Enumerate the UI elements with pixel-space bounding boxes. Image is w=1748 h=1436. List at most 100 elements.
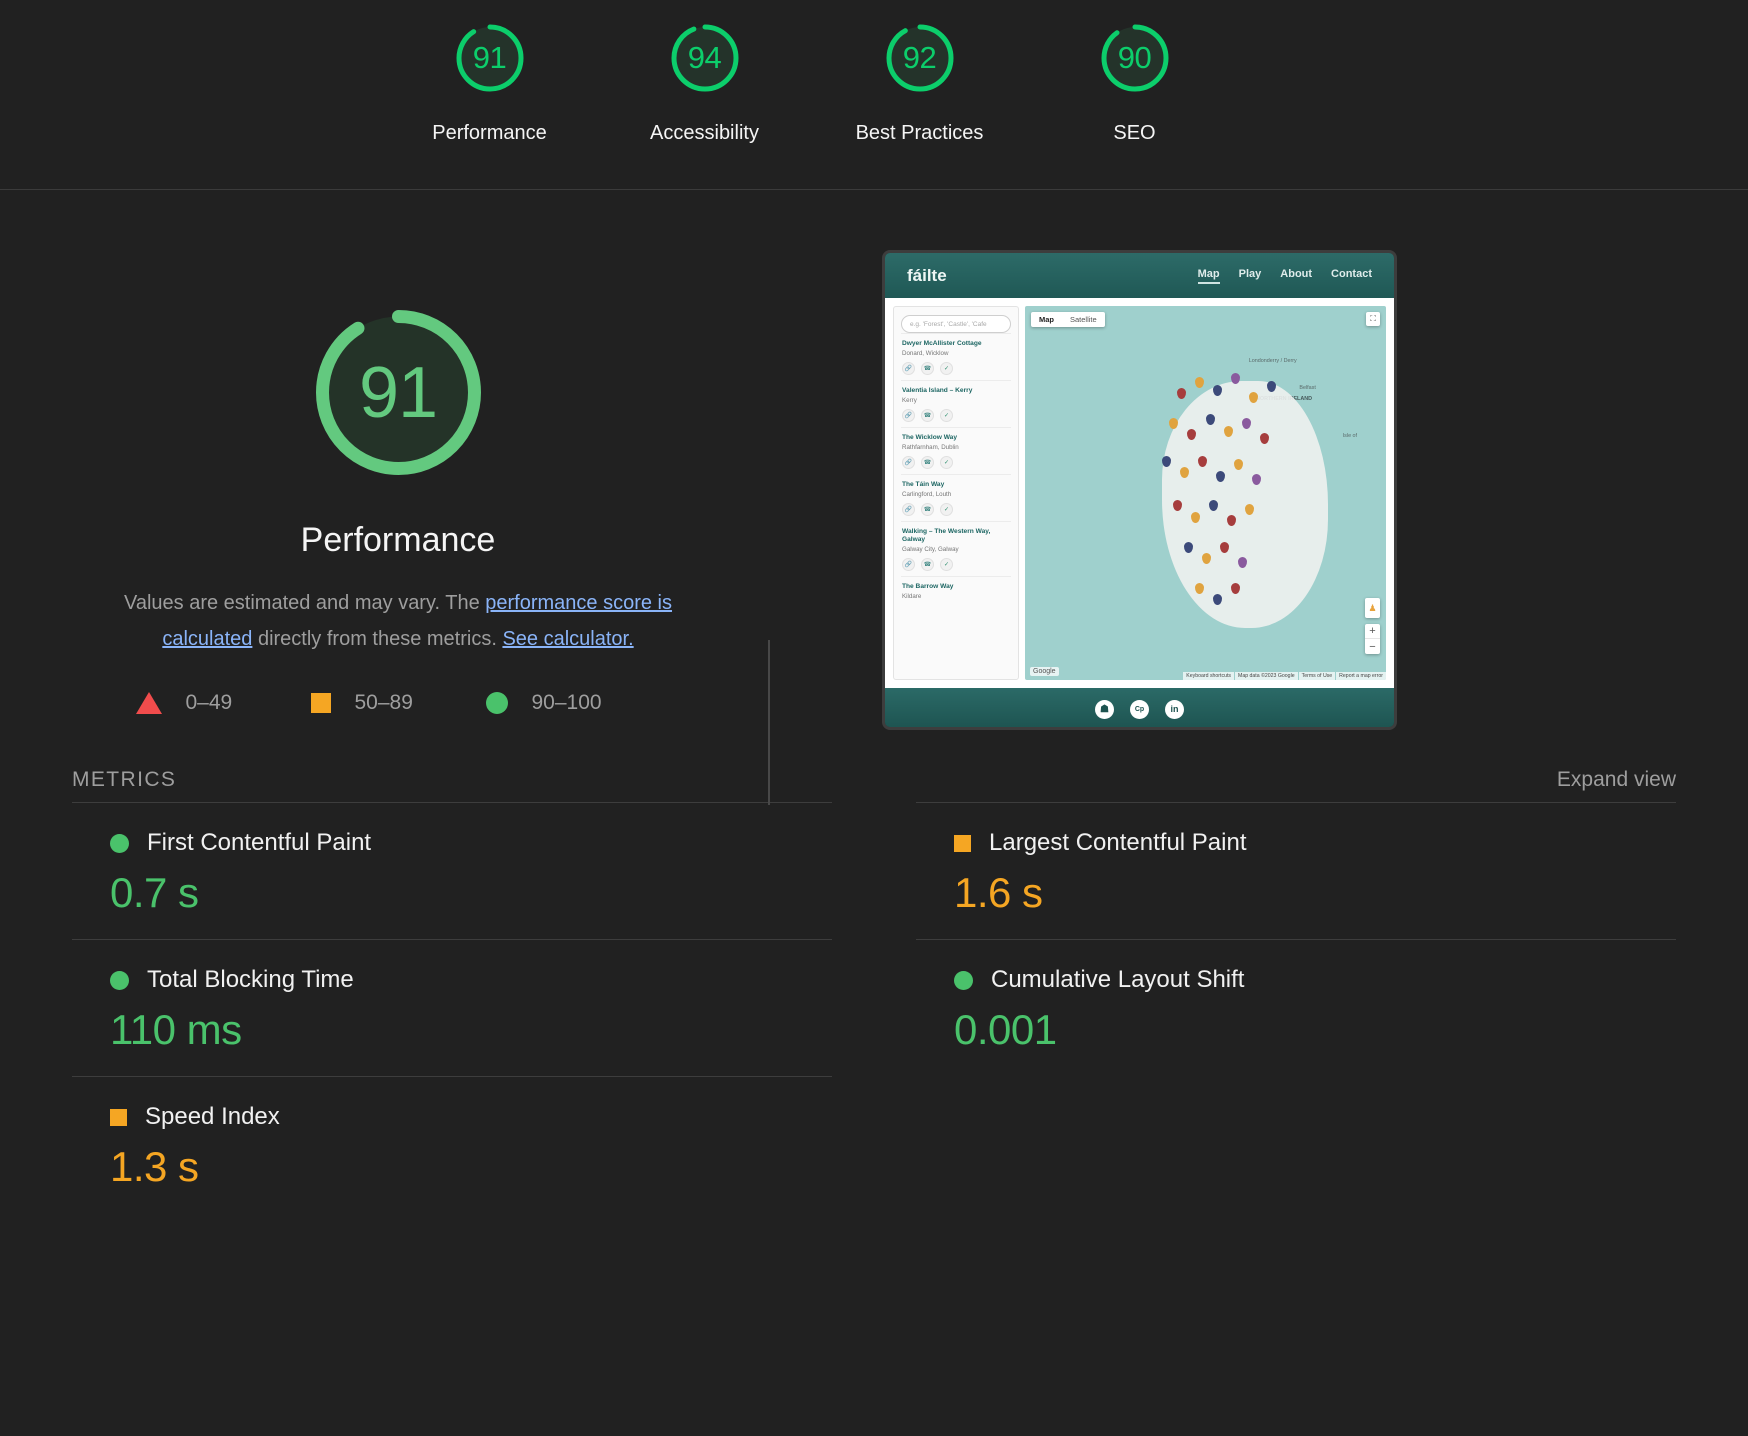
score-value: 94 — [687, 40, 722, 75]
desc-text-2: directly from these metrics. — [252, 627, 503, 650]
score-gauge-accessibility[interactable]: 94 Accessibility — [597, 0, 812, 145]
list-item: Dwyer McAllister Cottage Donard, Wicklow… — [901, 333, 1011, 380]
map-marker — [1230, 582, 1240, 594]
map-marker — [1266, 380, 1276, 392]
place-location: Galway City, Galway — [902, 546, 959, 554]
check-icon: ✓ — [940, 502, 953, 516]
square-average-icon — [954, 834, 971, 852]
link-icon: 🔗 — [902, 408, 915, 422]
gauge-ring-best-practices: 92 — [882, 20, 958, 96]
map-marker — [1237, 556, 1247, 568]
zoom-out-button: − — [1369, 640, 1376, 653]
legend-range: 90–100 — [531, 691, 602, 715]
check-icon: ✓ — [940, 455, 953, 469]
phone-icon: ☎ — [921, 361, 934, 375]
score-gauge-seo[interactable]: 90 SEO — [1027, 0, 1242, 145]
metric-first-contentful-paint[interactable]: First Contentful Paint 0.7 s — [72, 802, 832, 939]
pegman-icon: ♟ — [1365, 598, 1380, 618]
codepen-icon: Cp — [1130, 699, 1149, 719]
site-nav-contact: Contact — [1331, 267, 1372, 280]
performance-description: Values are estimated and may vary. The p… — [98, 586, 698, 657]
map-marker — [1194, 377, 1204, 389]
expand-view-toggle[interactable]: Expand view — [1557, 768, 1676, 792]
triangle-fail-icon — [135, 692, 162, 715]
performance-section: 91 Performance Values are estimated and … — [0, 190, 1748, 805]
list-item: The Barrow Way Kildare — [901, 576, 1011, 605]
metric-name: Largest Contentful Paint — [989, 829, 1247, 856]
place-actions: 🔗 ☎ ✓ — [902, 455, 1010, 469]
metric-largest-contentful-paint[interactable]: Largest Contentful Paint 1.6 s — [916, 802, 1676, 939]
phone-icon: ☎ — [921, 408, 934, 422]
attrib-report: Report a map error — [1336, 672, 1386, 680]
metrics-grid: First Contentful Paint 0.7 s Largest Con… — [72, 802, 1676, 1213]
map-label-belfast: Belfast — [1299, 384, 1316, 391]
metric-name: Speed Index — [145, 1103, 280, 1130]
place-location: Kildare — [902, 593, 922, 601]
link-icon: 🔗 — [902, 502, 915, 516]
score-label: Best Practices — [855, 122, 984, 144]
check-icon: ✓ — [940, 408, 953, 422]
site-map-canvas: Map Satellite ⛶ Londonderry / Derry NORT… — [1025, 306, 1386, 680]
map-marker — [1212, 384, 1222, 396]
metric-name: Total Blocking Time — [147, 966, 354, 993]
phone-icon: ☎ — [921, 558, 934, 572]
attrib-mapdata: Map data ©2023 Google — [1235, 672, 1298, 680]
score-value: 90 — [1117, 40, 1152, 75]
phone-icon: ☎ — [921, 455, 934, 469]
map-toggle-satellite: Satellite — [1070, 315, 1097, 324]
metric-speed-index[interactable]: Speed Index 1.3 s — [72, 1076, 832, 1213]
place-location: Carlingford, Louth — [902, 490, 952, 498]
metric-total-blocking-time[interactable]: Total Blocking Time 110 ms — [72, 939, 832, 1076]
google-logo: Google — [1030, 667, 1059, 676]
score-legend: 0–49 50–89 90–100 — [135, 691, 661, 715]
performance-score-value: 91 — [358, 352, 438, 433]
performance-summary: 91 Performance Values are estimated and … — [0, 250, 796, 730]
final-screenshot-column: fáilte Map Play About Contact e.g. 'Fore… — [796, 250, 1397, 730]
place-name: Dwyer McAllister Cottage — [902, 340, 982, 347]
square-average-icon — [310, 693, 331, 714]
site-nav: Map Play About Contact — [1197, 267, 1372, 284]
metric-name: First Contentful Paint — [147, 829, 372, 856]
score-gauge-best-practices[interactable]: 92 Best Practices — [812, 0, 1027, 145]
site-nav-map: Map — [1197, 268, 1220, 284]
site-body: e.g. 'Forest', 'Castle', 'Cafe Dwyer McA… — [885, 298, 1394, 688]
place-actions: 🔗 ☎ ✓ — [902, 558, 1010, 572]
place-actions: 🔗 ☎ ✓ — [902, 361, 1010, 375]
link-icon: 🔗 — [902, 455, 915, 469]
metrics-heading: METRICS — [72, 768, 177, 791]
map-marker — [1248, 392, 1258, 404]
map-label-londonderry: Londonderry / Derry — [1248, 358, 1297, 365]
final-screenshot[interactable]: fáilte Map Play About Contact e.g. 'Fore… — [882, 250, 1397, 730]
performance-title: Performance — [300, 521, 496, 559]
metrics-header: METRICS Expand view — [72, 768, 1676, 802]
gauge-ring-seo: 90 — [1097, 20, 1173, 96]
map-marker — [1183, 541, 1193, 553]
list-item: The Wicklow Way Rathfarnham, Dublin 🔗 ☎ … — [901, 426, 1011, 474]
score-label: Accessibility — [650, 122, 759, 144]
place-location: Donard, Wicklow — [902, 349, 949, 357]
link-icon: 🔗 — [902, 558, 915, 572]
metric-value: 0.7 s — [110, 869, 199, 916]
metric-cumulative-layout-shift[interactable]: Cumulative Layout Shift 0.001 — [916, 939, 1676, 1076]
performance-gauge[interactable]: 91 — [306, 300, 491, 485]
list-item: The Táin Way Carlingford, Louth 🔗 ☎ ✓ — [901, 473, 1011, 521]
see-calculator-link[interactable]: See calculator. — [502, 628, 633, 650]
map-attribution: Keyboard shortcuts Map data ©2023 Google… — [1183, 672, 1386, 680]
score-gauge-performance[interactable]: 91 Performance — [382, 0, 597, 145]
fullscreen-icon: ⛶ — [1366, 312, 1380, 326]
gauge-ring-accessibility: 94 — [667, 20, 743, 96]
list-item: Walking – The Western Way, Galway Galway… — [901, 520, 1011, 577]
place-location: Rathfarnham, Dublin — [902, 443, 959, 451]
attrib-terms: Terms of Use — [1298, 672, 1336, 680]
zoom-in-button: + — [1365, 624, 1380, 639]
place-actions: 🔗 ☎ ✓ — [902, 408, 1010, 422]
github-icon: ☗ — [1095, 699, 1114, 719]
site-logo: fáilte — [907, 265, 947, 285]
place-name: Walking – The Western Way, Galway — [902, 527, 991, 544]
metric-cell-empty — [916, 1076, 1676, 1213]
legend-range: 0–49 — [185, 691, 233, 715]
legend-range: 50–89 — [354, 691, 413, 715]
map-marker — [1194, 582, 1204, 594]
site-footer: ☗ Cp in — [885, 688, 1394, 727]
legend-item-fail: 0–49 — [135, 691, 311, 715]
